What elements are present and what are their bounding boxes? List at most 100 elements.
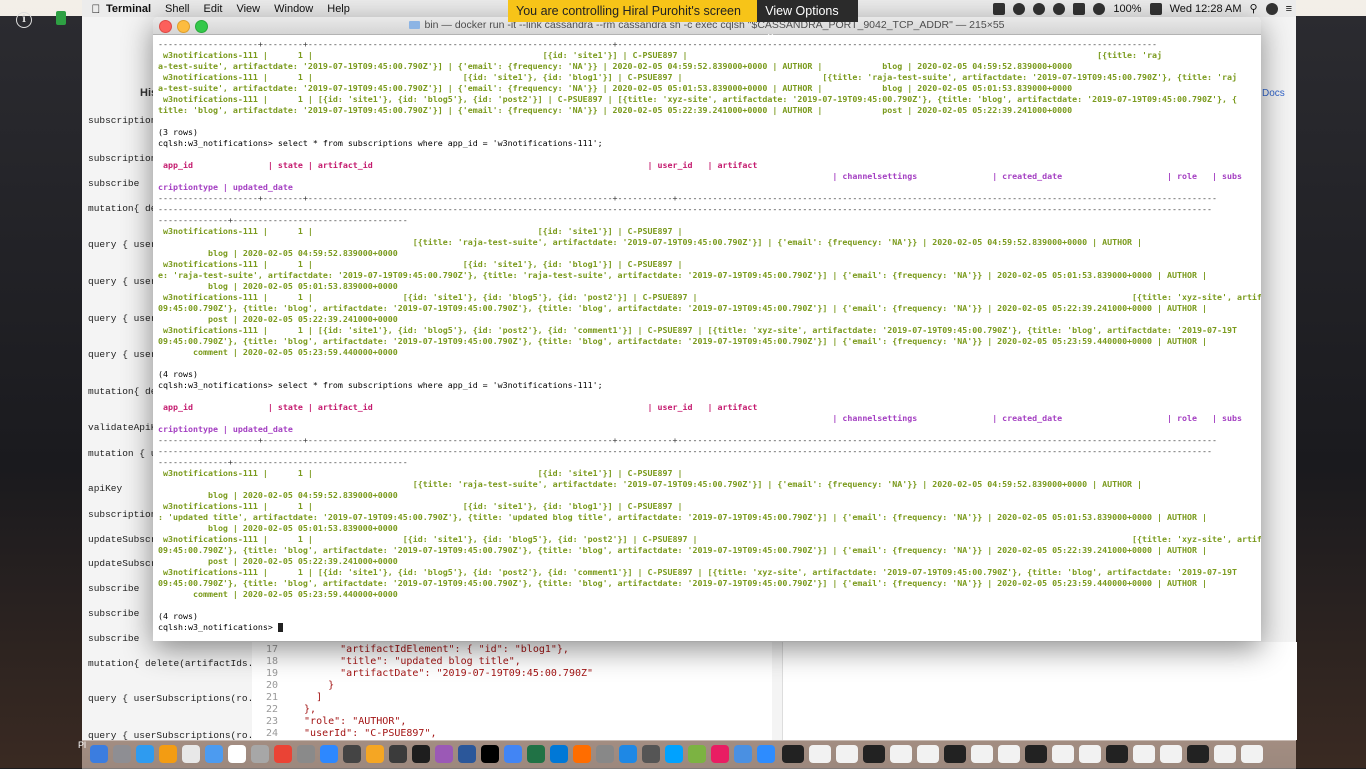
dock-app-icon[interactable] — [343, 745, 361, 763]
siri-icon[interactable] — [1265, 2, 1278, 15]
dock-app-icon[interactable] — [274, 745, 292, 763]
sync-icon[interactable] — [1013, 2, 1026, 15]
dock-minimized-window[interactable] — [782, 745, 804, 763]
terminal-line: blog | 2020-02-05 04:59:52.839000+0000 — [158, 248, 398, 258]
battery-percent[interactable]: 100% — [1113, 3, 1141, 15]
view-options-button[interactable]: View Options ⌄ — [757, 0, 858, 40]
query-history-item[interactable]: updateSubscri — [88, 558, 162, 569]
terminal-line: w3notifications-111 | 1 | [{id: 'site1'}… — [158, 259, 1261, 269]
query-history-item[interactable]: subscribe — [88, 583, 139, 594]
query-history-item[interactable]: query { userS — [88, 276, 162, 287]
spotlight-search-icon[interactable]: ⚲ — [1250, 2, 1258, 15]
dock-minimized-window[interactable] — [836, 745, 858, 763]
query-history-item[interactable]: validateApiKe — [88, 422, 162, 433]
menu-help[interactable]: Help — [327, 3, 350, 15]
dock-app-icon[interactable] — [665, 745, 683, 763]
dock-minimized-window[interactable] — [1025, 745, 1047, 763]
battery-icon[interactable] — [1149, 2, 1162, 15]
dock-app-icon[interactable] — [389, 745, 407, 763]
dock-app-icon[interactable] — [481, 745, 499, 763]
dock-app-icon[interactable] — [228, 745, 246, 763]
query-history-item[interactable]: subscriptions — [88, 509, 162, 520]
dock-app-icon[interactable] — [159, 745, 177, 763]
menu-window[interactable]: Window — [274, 3, 313, 15]
menu-view[interactable]: View — [236, 3, 260, 15]
dock-minimized-window[interactable] — [944, 745, 966, 763]
cloud-icon[interactable] — [1053, 2, 1066, 15]
dock-app-icon[interactable] — [182, 745, 200, 763]
query-history-item[interactable]: query { userSubscriptions(ro... — [88, 693, 265, 704]
dock-app-icon[interactable] — [458, 745, 476, 763]
dock-minimized-window[interactable] — [863, 745, 885, 763]
dock-app-icon[interactable] — [435, 745, 453, 763]
wifi-icon[interactable] — [1093, 2, 1106, 15]
dock-app-icon[interactable] — [688, 745, 706, 763]
query-history-item[interactable]: query { userS — [88, 239, 162, 250]
chevron-down-icon: ⌄ — [765, 26, 776, 40]
vpn-icon[interactable] — [1073, 2, 1086, 15]
query-history-item[interactable]: subscribe — [88, 608, 139, 619]
share-banner-message: You are controlling Hiral Purohit's scre… — [508, 0, 758, 22]
dock-app-icon[interactable] — [412, 745, 430, 763]
query-history-item[interactable]: mutation { ur — [88, 448, 162, 459]
dock-app-icon[interactable] — [619, 745, 637, 763]
apple-icon[interactable]:  — [86, 2, 106, 16]
menu-app-name[interactable]: Terminal — [106, 3, 151, 15]
dock-minimized-window[interactable] — [1079, 745, 1101, 763]
query-history-item[interactable]: subscribe — [88, 178, 139, 189]
dock-app-icon[interactable] — [297, 745, 315, 763]
dock-app-icon[interactable] — [320, 745, 338, 763]
dropbox-icon[interactable] — [993, 2, 1006, 15]
dock-app-icon[interactable] — [642, 745, 660, 763]
zoom-icon[interactable] — [1033, 2, 1046, 15]
dock-app-icon[interactable] — [596, 745, 614, 763]
dock-minimized-window[interactable] — [917, 745, 939, 763]
dock-minimized-window[interactable] — [1106, 745, 1128, 763]
terminal-line: --------------------+--------+----------… — [158, 193, 1217, 203]
notification-center-icon[interactable]: ≡ — [1286, 3, 1292, 15]
dock-minimized-window[interactable] — [1241, 745, 1263, 763]
terminal-window[interactable]: bin — docker run -it --link cassandra --… — [153, 17, 1261, 641]
query-history-item[interactable]: subscriptions — [88, 153, 162, 164]
dock-app-icon[interactable] — [90, 745, 108, 763]
dock-minimized-window[interactable] — [998, 745, 1020, 763]
dock-minimized-window[interactable] — [1052, 745, 1074, 763]
dock-app-icon[interactable] — [251, 745, 269, 763]
dock-app-icon[interactable] — [136, 745, 154, 763]
terminal-line: w3notifications-111 | 1 | [{id: 'site1'}… — [158, 94, 1237, 104]
query-history-item[interactable]: subscriptions — [88, 115, 162, 126]
menu-shell[interactable]: Shell — [165, 3, 189, 15]
query-history-item[interactable]: mutation{ delete(artifactIds... — [88, 658, 265, 669]
dock-app-icon[interactable] — [504, 745, 522, 763]
dock-app-icon[interactable] — [366, 745, 384, 763]
menu-clock[interactable]: Wed 12:28 AM — [1170, 3, 1242, 15]
dock-minimized-window[interactable] — [971, 745, 993, 763]
dock-app-icon[interactable] — [573, 745, 591, 763]
dock-app-icon[interactable] — [734, 745, 752, 763]
dock-minimized-window[interactable] — [809, 745, 831, 763]
terminal-output[interactable]: --------------------+--------+----------… — [153, 35, 1261, 641]
query-history-item[interactable]: subscribe — [88, 633, 139, 644]
dock-app-icon[interactable] — [205, 745, 223, 763]
dock-app-icon[interactable] — [757, 745, 775, 763]
dock-app-icon[interactable] — [527, 745, 545, 763]
query-history-item[interactable]: query { userS — [88, 349, 162, 360]
query-history-item[interactable]: apiKey — [88, 483, 122, 494]
dock-minimized-window[interactable] — [890, 745, 912, 763]
dock-app-icon[interactable] — [550, 745, 568, 763]
screen-share-banner: You are controlling Hiral Purohit's scre… — [508, 0, 858, 40]
dock-minimized-window[interactable] — [1214, 745, 1236, 763]
dock-minimized-window[interactable] — [1187, 745, 1209, 763]
code-editor-pane[interactable]: 17 "artifactIdElement": { "id": "blog1"}… — [252, 642, 772, 740]
dock-minimized-window[interactable] — [1133, 745, 1155, 763]
menu-edit[interactable]: Edit — [204, 3, 223, 15]
line-number: 18 — [265, 656, 278, 667]
terminal-line: 09:45:00.790Z'}, {title: 'blog', artifac… — [158, 336, 1207, 346]
docs-link[interactable]: Docs — [1262, 88, 1285, 99]
query-history-item[interactable]: query { userS — [88, 313, 162, 324]
dock-minimized-window[interactable] — [1160, 745, 1182, 763]
dock-app-icon[interactable] — [113, 745, 131, 763]
info-icon[interactable]: i — [16, 12, 32, 28]
query-history-item[interactable]: updateSubscri — [88, 534, 162, 545]
dock-app-icon[interactable] — [711, 745, 729, 763]
